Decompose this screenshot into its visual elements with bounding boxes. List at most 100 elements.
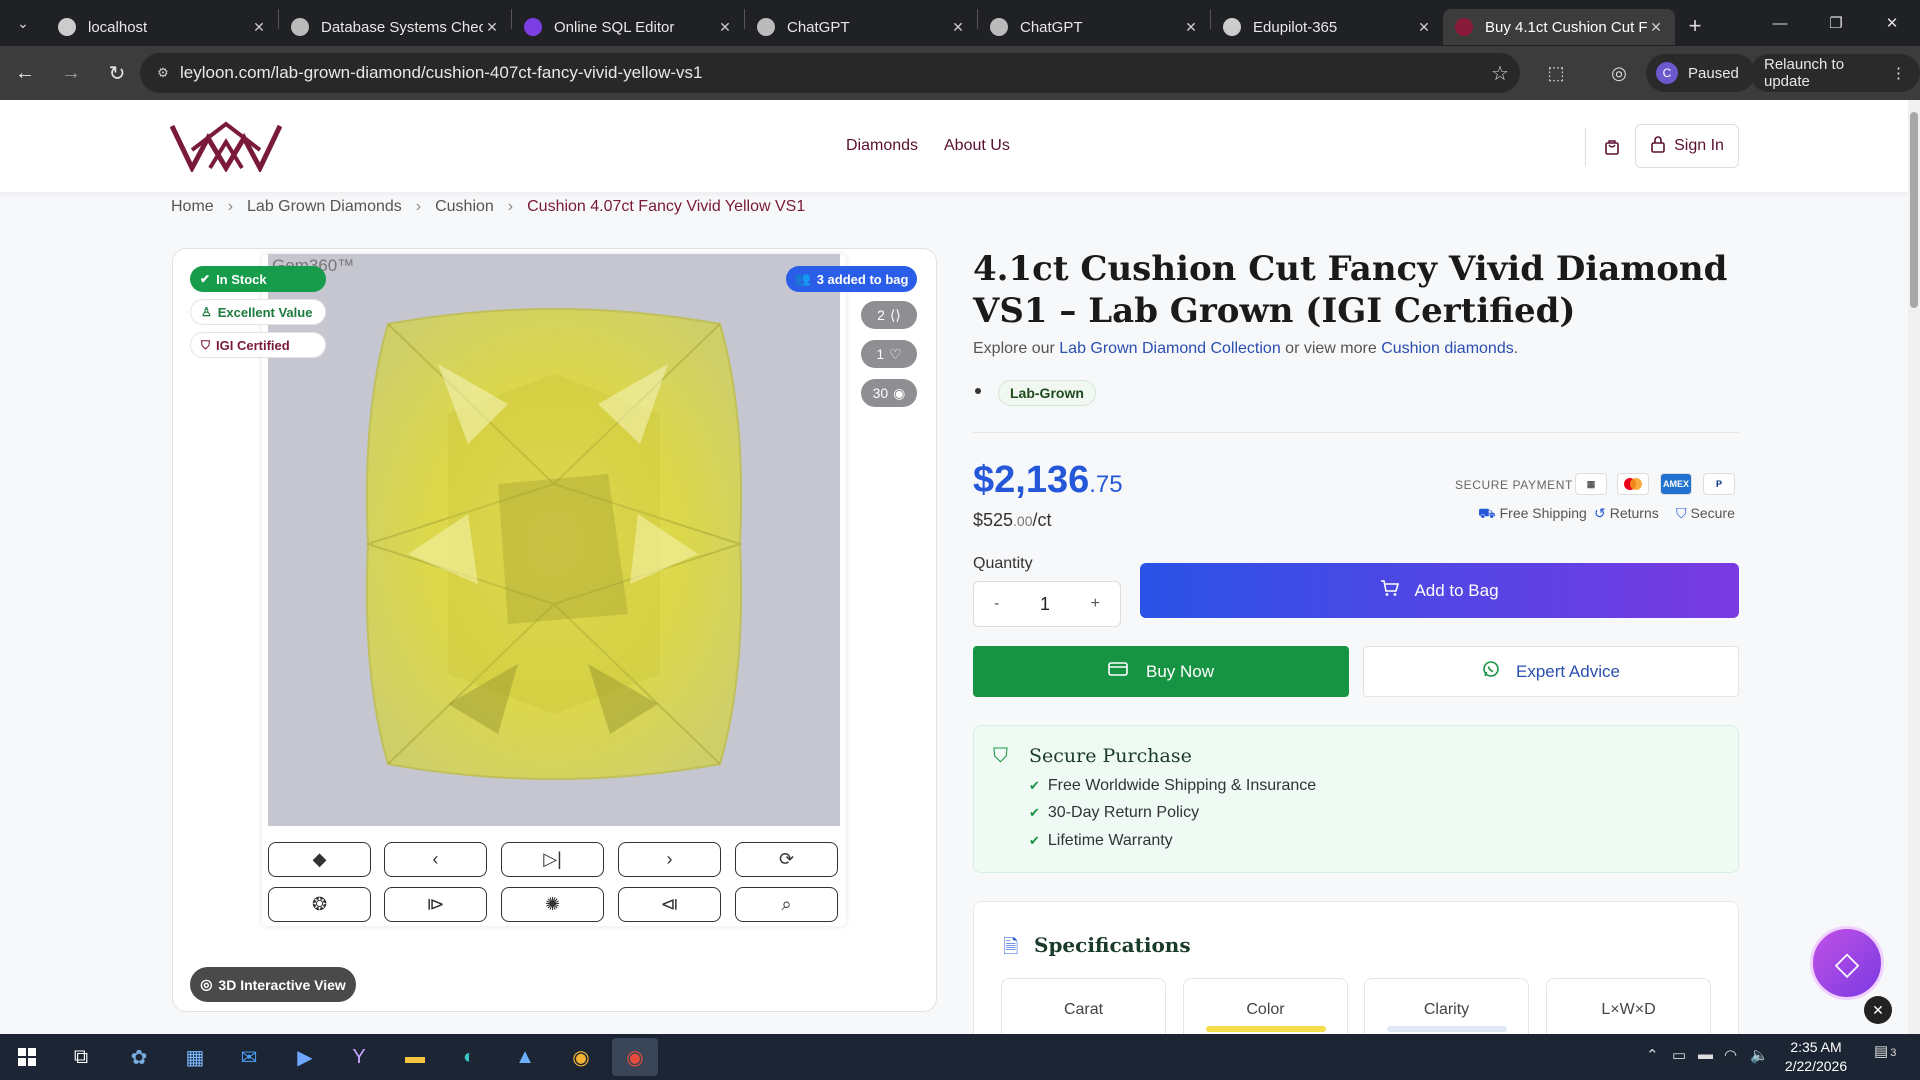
battery-icon[interactable]: ▬ xyxy=(1698,1046,1713,1063)
breadcrumb-home[interactable]: Home xyxy=(171,198,214,216)
magnifier-icon: ⌕ xyxy=(781,894,792,914)
browser-tab[interactable]: Buy 4.1ct Cushion Cut Fa ✕ xyxy=(1443,9,1675,45)
next-frame-button[interactable]: › xyxy=(618,842,721,877)
increment-button[interactable]: + xyxy=(1091,595,1100,613)
3d-interactive-view-button[interactable]: ◎ 3D Interactive View xyxy=(190,967,356,1002)
mastercard-icon xyxy=(1617,473,1649,495)
quantity-value[interactable]: 1 xyxy=(1040,594,1050,615)
diamond-view-button[interactable]: ◆ xyxy=(268,842,371,877)
media-icon[interactable]: ▶ xyxy=(282,1038,328,1076)
return-icon: ↺ xyxy=(1594,505,1606,521)
close-icon[interactable]: ✕ xyxy=(1864,996,1892,1024)
browser-tab[interactable]: Online SQL Editor ✕ xyxy=(512,9,744,45)
restore-icon[interactable]: ❐ xyxy=(1808,0,1864,46)
previous-frame-button[interactable]: ‹ xyxy=(384,842,487,877)
add-to-bag-label: Add to Bag xyxy=(1414,580,1499,600)
lab-grown-collection-link[interactable]: Lab Grown Diamond Collection xyxy=(1059,340,1280,357)
extensions-icon[interactable]: ⬚ xyxy=(1540,57,1572,89)
users-icon: 👥 xyxy=(794,271,811,286)
file-explorer-icon[interactable]: ▬ xyxy=(392,1038,438,1076)
scrollbar-thumb[interactable] xyxy=(1910,112,1918,308)
free-shipping-label: Free Shipping xyxy=(1499,505,1587,521)
relaunch-button[interactable]: Relaunch to update ⋮ xyxy=(1750,54,1920,92)
browser-tab[interactable]: ChatGPT ✕ xyxy=(745,9,977,45)
play-pause-button[interactable]: ▷| xyxy=(501,842,604,877)
task-view-icon[interactable]: ⧉ xyxy=(58,1038,104,1076)
zoom-button[interactable]: ⌕ xyxy=(735,887,838,922)
back-icon[interactable]: ← xyxy=(4,52,46,94)
more-menu-icon[interactable]: ⋮ xyxy=(1891,64,1906,82)
eye-icon: ◉ xyxy=(893,384,906,401)
performance-icon[interactable]: ◎ xyxy=(1603,57,1635,89)
url-text[interactable]: leyloon.com/lab-grown-diamond/cushion-40… xyxy=(180,63,1480,83)
add-to-bag-button[interactable]: Add to Bag xyxy=(1140,563,1739,618)
in-stock-badge: ✔ In Stock xyxy=(190,266,326,292)
site-info-icon[interactable]: ⚙ xyxy=(146,65,180,81)
browser-tab[interactable]: ChatGPT ✕ xyxy=(978,9,1210,45)
edge-icon[interactable]: ◐ xyxy=(446,1038,492,1076)
browser-tab[interactable]: localhost ✕ xyxy=(46,9,278,45)
expert-advice-button[interactable]: Expert Advice xyxy=(1363,646,1739,697)
device-icon[interactable]: ▭ xyxy=(1672,1046,1686,1064)
like-button[interactable]: 1 ♡ xyxy=(861,340,917,368)
chat-assistant-button[interactable]: ◇ xyxy=(1810,926,1884,1000)
cushion-diamonds-link[interactable]: Cushion diamonds xyxy=(1381,340,1514,357)
sql-editor-icon xyxy=(524,18,542,36)
added-to-bag-label: 3 added to bag xyxy=(816,271,909,287)
copilot-icon[interactable]: ✿ xyxy=(116,1038,162,1076)
chrome-profile-icon[interactable]: ◉ xyxy=(612,1038,658,1076)
outlook-icon[interactable]: ✉ xyxy=(226,1038,272,1076)
browser-tab[interactable]: Edupilot-365 ✕ xyxy=(1211,9,1443,45)
reload-icon[interactable]: ↻ xyxy=(96,52,138,94)
close-tab-icon[interactable]: ✕ xyxy=(716,19,734,36)
store-icon[interactable]: ▦ xyxy=(172,1038,218,1076)
close-tab-icon[interactable]: ✕ xyxy=(1182,19,1200,36)
yahoo-icon[interactable]: Y xyxy=(336,1038,382,1076)
tab-title: Database Systems Check xyxy=(321,18,483,36)
close-tab-icon[interactable]: ✕ xyxy=(1647,19,1665,36)
side-view-button[interactable]: ⧐ xyxy=(384,887,487,922)
diamond-360-viewer[interactable] xyxy=(268,254,840,826)
close-tab-icon[interactable]: ✕ xyxy=(949,19,967,36)
price-per-carat: $525.00/ct xyxy=(973,510,1052,531)
profile-button[interactable]: C Paused xyxy=(1646,54,1755,92)
tab-title: ChatGPT xyxy=(1020,18,1083,36)
buy-now-button[interactable]: Buy Now xyxy=(973,646,1349,697)
wifi-icon[interactable]: ◠ xyxy=(1724,1046,1737,1064)
chevron-up-icon[interactable]: ⌃ xyxy=(1646,1046,1659,1064)
close-window-icon[interactable]: ✕ xyxy=(1864,0,1920,46)
breadcrumb-lab-grown[interactable]: Lab Grown Diamonds xyxy=(247,198,402,216)
notifications-icon[interactable]: ▤ 3 xyxy=(1874,1042,1896,1060)
rotate-button[interactable]: ⟳ xyxy=(735,842,838,877)
tab-search-icon[interactable]: ⌄ xyxy=(0,0,46,46)
breadcrumb-cushion[interactable]: Cushion xyxy=(435,198,494,216)
cart-icon[interactable] xyxy=(1598,134,1626,160)
close-tab-icon[interactable]: ✕ xyxy=(1415,19,1433,36)
volume-icon[interactable]: 🔈 xyxy=(1750,1046,1769,1064)
leyloon-logo[interactable] xyxy=(169,120,283,177)
bottom-view-button[interactable]: ⧏ xyxy=(618,887,721,922)
amex-icon: AMEX xyxy=(1660,473,1692,495)
sign-in-button[interactable]: Sign In xyxy=(1635,124,1739,168)
top-view-button[interactable]: ❂ xyxy=(268,887,371,922)
windows-start-icon[interactable] xyxy=(4,1038,50,1076)
expert-advice-label: Expert Advice xyxy=(1516,661,1620,681)
nav-diamonds[interactable]: Diamonds xyxy=(846,137,918,155)
decrement-button[interactable]: - xyxy=(994,595,999,613)
hearts-arrows-button[interactable]: ✺ xyxy=(501,887,604,922)
browser-tab[interactable]: Database Systems Check ✕ xyxy=(279,9,511,45)
system-clock[interactable]: 2:35 AM 2/22/2026 xyxy=(1780,1038,1852,1076)
nav-about-us[interactable]: About Us xyxy=(944,137,1010,155)
app-icon[interactable]: ▲ xyxy=(502,1038,548,1076)
like-count: 1 xyxy=(876,346,885,362)
forward-icon[interactable]: → xyxy=(50,52,92,94)
bookmark-star-icon[interactable]: ☆ xyxy=(1480,61,1520,86)
minimize-icon[interactable]: — xyxy=(1752,0,1808,46)
chevron-left-icon: ‹ xyxy=(432,849,439,869)
close-tab-icon[interactable]: ✕ xyxy=(250,19,268,36)
chrome-icon[interactable]: ◉ xyxy=(558,1038,604,1076)
omnibox[interactable]: ⚙ leyloon.com/lab-grown-diamond/cushion-… xyxy=(140,53,1520,93)
new-tab-button[interactable]: + xyxy=(1675,13,1715,39)
close-tab-icon[interactable]: ✕ xyxy=(483,19,501,36)
share-button[interactable]: 2 ⟨⟩ xyxy=(861,301,917,329)
